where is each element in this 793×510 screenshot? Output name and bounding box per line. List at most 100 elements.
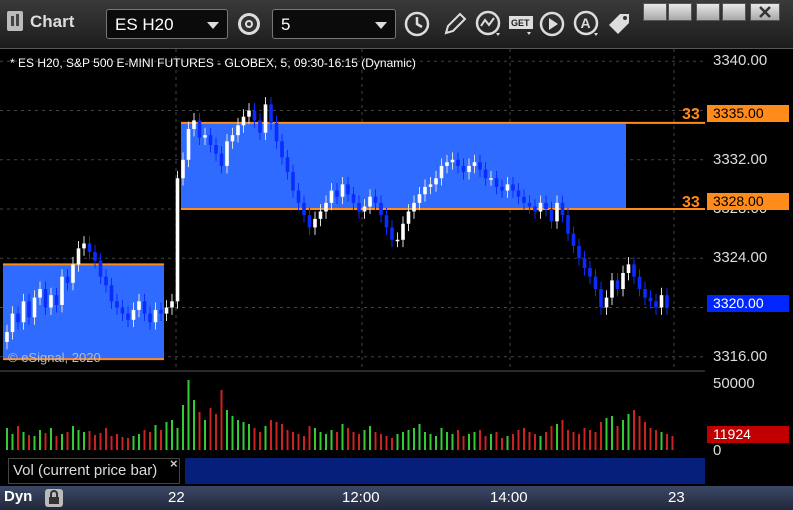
candle-body [247, 110, 251, 117]
volume-tick-zero: 0 [713, 442, 722, 459]
candle-body [280, 141, 284, 158]
volume-chart[interactable] [0, 370, 705, 458]
volume-bar [303, 436, 305, 450]
candle-body [665, 295, 669, 308]
maximize-button[interactable] [722, 3, 746, 21]
candle-body [654, 301, 658, 308]
candle-body [203, 135, 207, 138]
volume-bar [352, 432, 355, 450]
chart-app-icon [7, 11, 23, 31]
volume-bar [154, 425, 157, 450]
close-icon[interactable]: × [170, 456, 178, 471]
volume-bar [143, 430, 146, 450]
candle-body [230, 135, 235, 142]
volume-bar [413, 428, 415, 450]
volume-bar [495, 432, 498, 450]
volume-bar [231, 416, 234, 450]
candle-body [522, 196, 526, 203]
chart-toolbar: Chart ES H20 5 GET A [0, 0, 793, 49]
candle-body [236, 125, 240, 136]
volume-axis: 50000 0 11924 [705, 370, 793, 459]
play-icon[interactable] [538, 9, 568, 39]
dynamic-mode-label[interactable]: Dyn [4, 488, 32, 505]
candle-body [582, 258, 587, 269]
volume-bar [380, 434, 382, 450]
volume-bar [314, 428, 316, 450]
candle-body [313, 218, 317, 228]
volume-bar [6, 428, 8, 450]
candle-body [164, 307, 169, 314]
candle-body [599, 289, 603, 308]
candle-body [511, 184, 515, 191]
volume-bar [605, 418, 608, 450]
settings-gear-icon[interactable] [234, 9, 264, 39]
volume-bar [369, 426, 371, 450]
candle-body [291, 172, 295, 191]
volume-panel-label[interactable]: Vol (current price bar) [8, 458, 180, 484]
candle-body [659, 295, 664, 308]
lock-icon[interactable] [44, 488, 64, 508]
volume-bar [506, 436, 509, 450]
candle-body [423, 186, 427, 195]
candle-body [109, 285, 114, 302]
close-button[interactable] [750, 3, 780, 21]
upper-level-tag: 3335.00 [707, 105, 789, 122]
volume-bar [479, 430, 481, 450]
alert-a-icon[interactable]: A [572, 9, 602, 39]
candle-body [65, 276, 70, 283]
candle-body [346, 184, 350, 195]
candle-body [478, 162, 482, 170]
candle-body [637, 276, 642, 289]
volume-bar [490, 434, 492, 450]
candle-body [445, 162, 449, 166]
candle-body [362, 206, 367, 212]
candle-body [54, 295, 59, 305]
volume-bar [600, 422, 602, 450]
volume-bar [325, 434, 327, 450]
study-wave-icon[interactable] [474, 9, 504, 39]
volume-bar [248, 424, 250, 450]
volume-bar [50, 428, 52, 450]
candle-body [269, 104, 273, 123]
pencil-icon[interactable] [440, 9, 470, 39]
time-axis[interactable]: Dyn 22 12:00 14:00 23 [0, 486, 793, 510]
candle-body [379, 202, 383, 216]
candle-body [483, 169, 488, 179]
time-tick: 23 [668, 489, 685, 506]
price-axis[interactable]: 3340.003336.003332.003328.003324.003320.… [705, 49, 793, 369]
candle-body [505, 184, 510, 191]
clock-icon[interactable] [402, 9, 432, 39]
dock-button[interactable] [643, 3, 667, 21]
candle-body [32, 297, 37, 318]
candle-body [494, 178, 499, 187]
restore-button[interactable] [668, 3, 692, 21]
volume-bar [424, 432, 426, 450]
candle-body [197, 120, 202, 138]
volume-bar [242, 422, 245, 450]
candle-body [412, 202, 416, 212]
link-tag-icon[interactable] [604, 9, 634, 39]
price-chart[interactable] [0, 49, 705, 369]
volume-bar [72, 426, 74, 450]
price-zone [181, 122, 626, 209]
volume-bar [132, 436, 135, 450]
volume-bar [418, 424, 421, 450]
volume-bar [336, 432, 338, 450]
volume-bar [550, 426, 553, 450]
candle-body [175, 178, 180, 302]
symbol-select[interactable]: ES H20 [106, 9, 228, 39]
volume-bar [583, 428, 586, 450]
minimize-button[interactable] [696, 3, 720, 21]
interval-select[interactable]: 5 [272, 9, 396, 39]
volume-bar [209, 408, 212, 450]
volume-bar [545, 432, 547, 450]
candle-body [632, 264, 636, 277]
candle-body [560, 202, 565, 216]
candle-body [450, 159, 455, 163]
get-data-icon[interactable]: GET [507, 9, 537, 39]
candle-body [384, 215, 389, 228]
candle-body [142, 301, 147, 314]
interval-value: 5 [281, 15, 291, 34]
candle-body [544, 202, 548, 209]
volume-bar [237, 420, 239, 450]
